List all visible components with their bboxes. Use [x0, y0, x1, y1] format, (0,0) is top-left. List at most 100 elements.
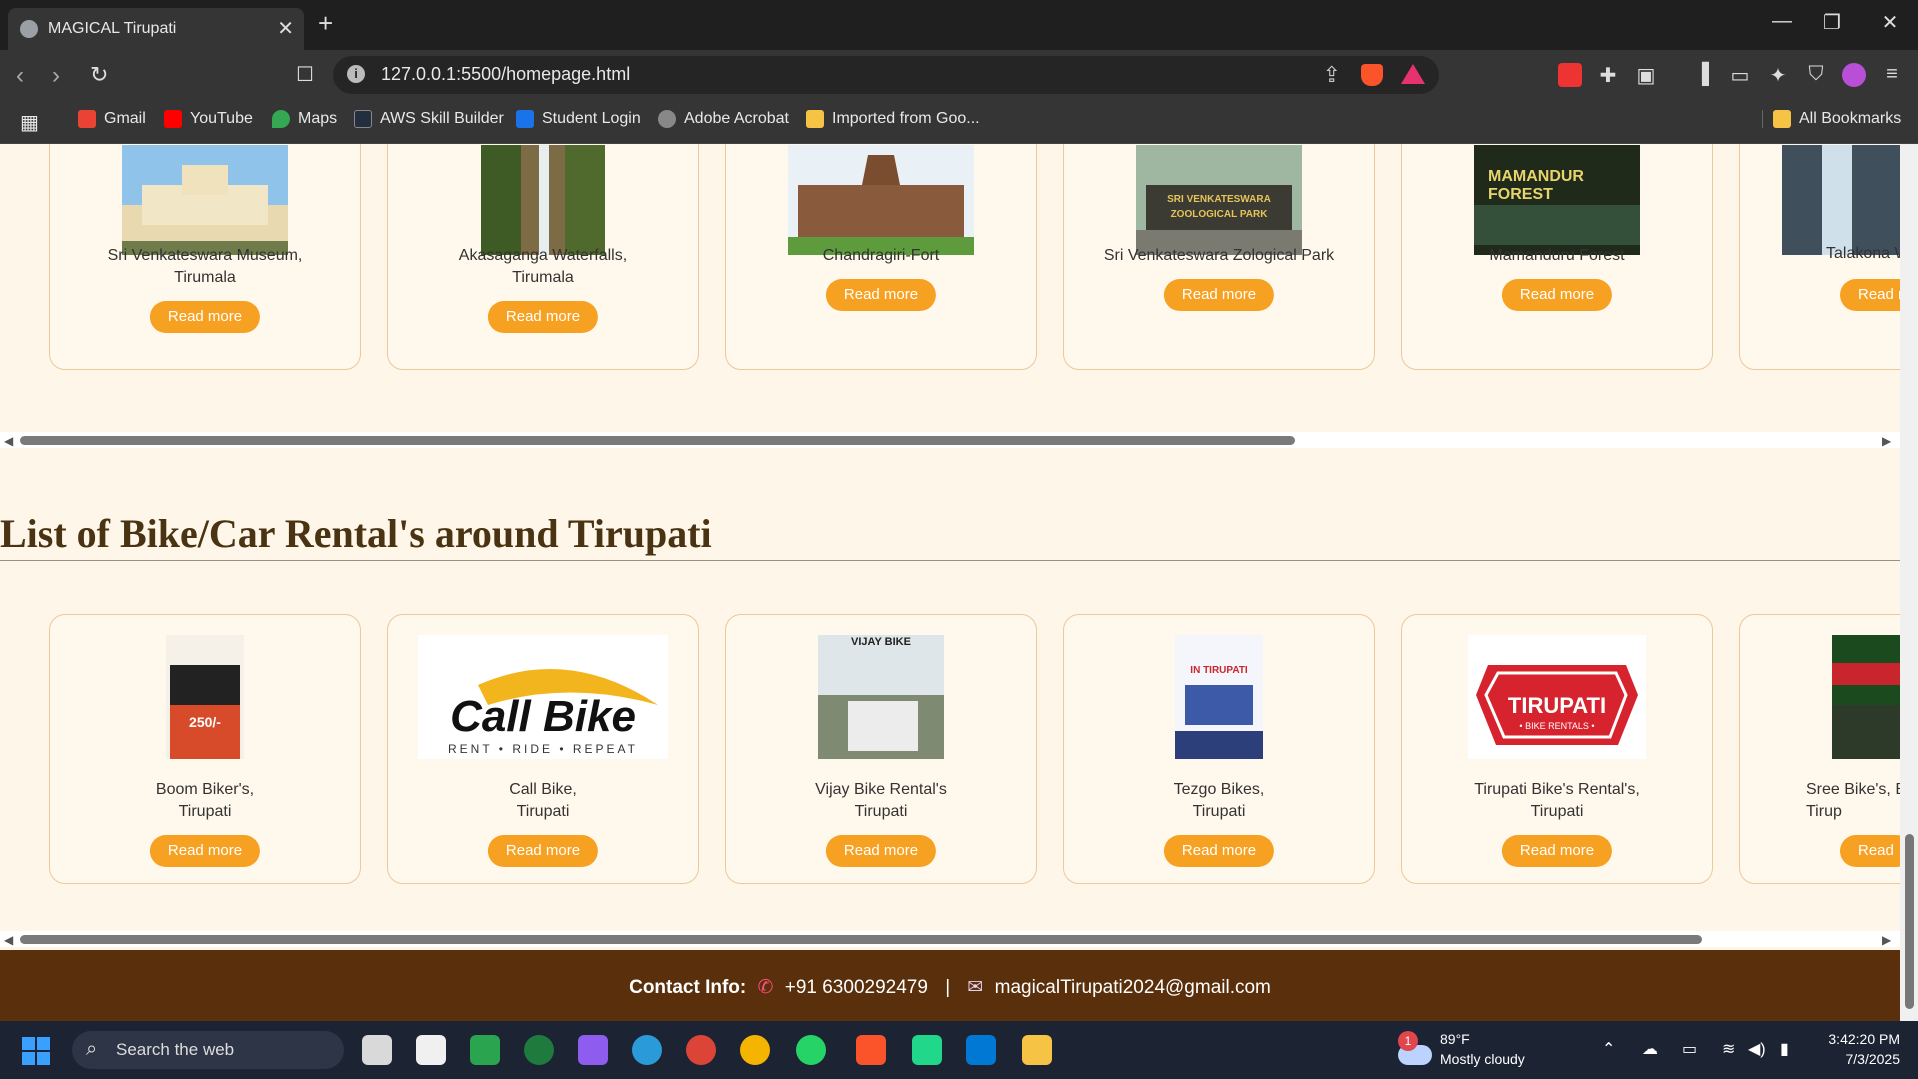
rentals-horizontal-scrollbar[interactable]: ◀ ▶: [0, 931, 1900, 947]
profile-avatar[interactable]: [1842, 63, 1866, 87]
aws-icon: [354, 110, 372, 128]
contact-phone[interactable]: +91 6300292479: [785, 977, 928, 998]
forest-sign-line-1: MAMANDUR: [1488, 168, 1584, 185]
bookmark-maps[interactable]: Maps: [272, 110, 337, 128]
page-vertical-scrollbar[interactable]: [1900, 144, 1918, 1021]
brave-icon[interactable]: [856, 1035, 886, 1065]
copilot-icon[interactable]: [578, 1035, 608, 1065]
read-more-button[interactable]: Read more: [825, 835, 937, 867]
address-bar[interactable]: i 127.0.0.1:5500/homepage.html ⇪: [333, 56, 1439, 94]
read-more-button[interactable]: Read more: [1501, 279, 1613, 311]
share-icon[interactable]: ⇪: [1323, 62, 1341, 88]
bookmark-icon[interactable]: ☐: [296, 62, 314, 87]
apps-grid-icon[interactable]: ▦: [20, 110, 39, 135]
pycharm-icon[interactable]: [912, 1035, 942, 1065]
read-more-button[interactable]: Read: [1840, 835, 1900, 867]
menu-icon[interactable]: ≡: [1880, 63, 1904, 87]
bookmark-imported[interactable]: Imported from Goo...: [806, 110, 980, 128]
scrollbar-thumb[interactable]: [1905, 834, 1914, 1009]
contact-email[interactable]: magicalTirupati2024@gmail.com: [995, 977, 1271, 998]
vpn-icon[interactable]: ⛉: [1804, 63, 1828, 87]
rentals-section-title: List of Bike/Car Rental's around Tirupat…: [0, 511, 712, 556]
leo-ai-icon[interactable]: ✦: [1766, 63, 1790, 87]
tirupati-bike-rentals-logo: TIRUPATI • BIKE RENTALS •: [1468, 635, 1646, 759]
bookmark-gmail[interactable]: Gmail: [78, 110, 146, 128]
minimize-icon[interactable]: —: [1762, 10, 1802, 33]
volume-icon[interactable]: ◀): [1748, 1039, 1766, 1059]
display-icon[interactable]: ▭: [1682, 1039, 1697, 1059]
place-card: Sri Venkateswara Museum, Tirumala Read m…: [49, 144, 361, 370]
whatsapp-icon[interactable]: [796, 1035, 826, 1065]
windows-start-icon[interactable]: [22, 1037, 50, 1065]
app-green-icon[interactable]: [524, 1035, 554, 1065]
scroll-left-icon[interactable]: ◀: [4, 434, 13, 448]
restore-icon[interactable]: ❐: [1812, 10, 1852, 35]
rental-name: Sree Bike's, Bi Tirup: [1806, 781, 1900, 820]
zoo-sign-line-1: SRI VENKATESWARA: [1167, 194, 1271, 205]
read-more-button[interactable]: Read more: [149, 835, 261, 867]
bookmark-aws[interactable]: AWS Skill Builder: [354, 110, 504, 128]
vscode-icon[interactable]: [966, 1035, 996, 1065]
read-more-button[interactable]: Read more: [1501, 835, 1613, 867]
browser-tab[interactable]: MAGICAL Tirupati ✕: [8, 8, 304, 50]
read-more-button[interactable]: Read more: [149, 301, 261, 333]
read-more-button[interactable]: Read more: [1163, 279, 1275, 311]
scrollbar-thumb[interactable]: [20, 935, 1702, 944]
contact-info: Contact Info: ✆ +91 6300292479 | ✉ magic…: [0, 976, 1900, 999]
read-more-button[interactable]: Read more: [825, 279, 937, 311]
section-divider: [0, 560, 1900, 561]
reader-icon[interactable]: ▣: [1634, 63, 1658, 87]
edge-icon[interactable]: [632, 1035, 662, 1065]
chevron-up-icon[interactable]: ⌃: [1602, 1039, 1615, 1059]
task-view-icon[interactable]: [362, 1035, 392, 1065]
drive-icon[interactable]: [470, 1035, 500, 1065]
forward-icon[interactable]: ›: [52, 62, 60, 90]
place-card: Talakona W Read r: [1739, 144, 1900, 370]
extension-red-icon[interactable]: [1558, 63, 1582, 87]
back-icon[interactable]: ‹: [16, 62, 24, 90]
wallet-icon[interactable]: ▭: [1728, 63, 1752, 87]
scroll-left-icon[interactable]: ◀: [4, 933, 13, 947]
system-clock[interactable]: 3:42:20 PM 7/3/2025: [1800, 1029, 1900, 1069]
call-bike-text: Call Bike: [450, 692, 636, 741]
url-text: 127.0.0.1:5500/homepage.html: [381, 64, 631, 84]
battery-icon[interactable]: ▮: [1780, 1039, 1789, 1059]
rental-card: TIRUPATI • BIKE RENTALS • Tirupati Bike'…: [1401, 614, 1713, 884]
read-more-button[interactable]: Read more: [1163, 835, 1275, 867]
read-more-button[interactable]: Read more: [487, 835, 599, 867]
rental-name: Tezgo Bikes, Tirupati: [1173, 781, 1265, 820]
brave-rewards-icon[interactable]: [1401, 64, 1425, 84]
extensions-icon[interactable]: ✚: [1596, 63, 1620, 87]
read-more-button[interactable]: Read more: [487, 301, 599, 333]
scrollbar-thumb[interactable]: [20, 436, 1295, 445]
wifi-icon[interactable]: ≋: [1722, 1039, 1735, 1059]
rental-card: Call Bike RENT • RIDE • REPEAT Call Bike…: [387, 614, 699, 884]
chrome-icon[interactable]: [686, 1035, 716, 1065]
site-info-icon[interactable]: i: [347, 65, 365, 83]
store-icon[interactable]: [416, 1035, 446, 1065]
place-name: Chandragiri-Fort: [822, 247, 940, 264]
close-tab-icon[interactable]: ✕: [277, 16, 294, 41]
scroll-right-icon[interactable]: ▶: [1882, 933, 1891, 947]
bookmark-adobe[interactable]: Adobe Acrobat: [658, 110, 789, 128]
sidebar-icon[interactable]: ▐: [1690, 63, 1714, 87]
taskbar-search[interactable]: ⌕ Search the web: [72, 1031, 344, 1069]
bookmark-youtube[interactable]: YouTube: [164, 110, 253, 128]
folder-icon: [806, 110, 824, 128]
bookmark-student-login[interactable]: Student Login: [516, 110, 641, 128]
place-name: Mamanduru Forest: [1489, 247, 1625, 264]
places-horizontal-scrollbar[interactable]: ◀ ▶: [0, 432, 1900, 448]
waterfall-image: [481, 145, 605, 255]
file-explorer-icon[interactable]: [1022, 1035, 1052, 1065]
scroll-right-icon[interactable]: ▶: [1882, 434, 1891, 448]
reload-icon[interactable]: ↻: [90, 62, 108, 88]
place-card: Chandragiri-Fort Read more: [725, 144, 1037, 370]
all-bookmarks[interactable]: All Bookmarks: [1762, 110, 1901, 128]
close-window-icon[interactable]: ✕: [1870, 10, 1910, 35]
brave-shields-icon[interactable]: [1361, 64, 1383, 86]
rental-name: Vijay Bike Rental's Tirupati: [815, 781, 947, 820]
read-more-button[interactable]: Read r: [1840, 279, 1900, 311]
onedrive-icon[interactable]: ☁: [1642, 1039, 1658, 1059]
chrome-profile-icon[interactable]: [740, 1035, 770, 1065]
new-tab-icon[interactable]: +: [318, 8, 333, 39]
